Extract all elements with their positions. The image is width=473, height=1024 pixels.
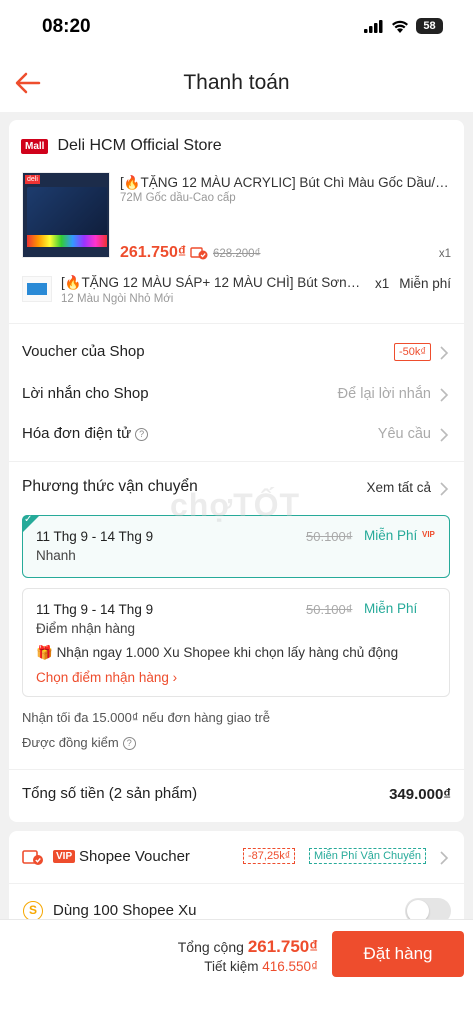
inspection-note: Được đồng kiểm? — [22, 735, 136, 750]
mall-badge: Mall — [21, 138, 49, 154]
shipping-see-all[interactable]: Xem tất cả — [366, 480, 431, 495]
deli-logo: deli — [25, 175, 40, 184]
shop-voucher-label: Voucher của Shop — [22, 343, 145, 360]
discount-ticket-icon — [190, 247, 208, 260]
shop-message-row[interactable]: Lời nhắn cho Shop Để lại lời nhắn — [9, 375, 464, 415]
vip-badge: VIP — [422, 530, 435, 539]
invoice-row[interactable]: Hóa đơn điện tử? Yêu cầu — [9, 415, 464, 455]
order-total-value: 349.000₫ — [389, 786, 451, 803]
product-price: 261.750₫ — [120, 244, 187, 261]
shipping-option-pickup[interactable]: 11 Thg 9 - 14 Thg 9 Điểm nhận hàng 50.10… — [22, 588, 450, 697]
platform-voucher-card: VIP Shopee Voucher -87,25k₫ Miễn Phí Vận… — [9, 831, 464, 931]
voucher-discount-tag: -87,25k₫ — [243, 848, 296, 864]
order-total-label: Tổng số tiền (2 sản phẩm) — [22, 785, 198, 802]
shipping-fee: Miễn Phí — [364, 601, 418, 616]
savings-value: 416.550₫ — [262, 959, 318, 974]
shopee-voucher-label[interactable]: Shopee Voucher — [79, 848, 190, 865]
shipping-old-fee: 50.100₫ — [306, 529, 353, 544]
checkout-bar: Tổng cộng 261.750₫ Tiết kiệm 416.550₫ Đặ… — [0, 919, 473, 1024]
grand-total: Tổng cộng 261.750₫ — [177, 937, 318, 956]
divider — [9, 323, 464, 324]
shipping-date: 11 Thg 9 - 14 Thg 9 — [36, 602, 154, 617]
help-icon[interactable]: ? — [135, 428, 149, 441]
savings: Tiết kiệm 416.550₫ — [204, 959, 318, 974]
product-name[interactable]: [🔥TẶNG 12 MÀU ACRYLIC] Bút Chì Màu Gốc D… — [120, 175, 454, 191]
product-quantity: x1 — [438, 248, 451, 260]
product-variant: 72M Gốc dầu-Cao cấp — [120, 192, 236, 204]
place-order-button[interactable]: Đặt hàng — [332, 931, 464, 977]
product-variant: 12 Màu Ngòi Nhỏ Mới — [61, 293, 174, 305]
watermark: chợTỐT — [170, 487, 301, 523]
shipping-date: 11 Thg 9 - 14 Thg 9 — [36, 529, 154, 544]
shipping-type: Nhanh — [36, 548, 76, 563]
shipping-option-fast[interactable]: ✓ 11 Thg 9 - 14 Thg 9 Nhanh 50.100₫ Miễn… — [22, 514, 450, 578]
chevron-right-icon — [440, 346, 449, 360]
invoice-label: Hóa đơn điện tử? — [22, 425, 149, 442]
divider — [9, 461, 464, 462]
shop-voucher-row[interactable]: Voucher của Shop -50k₫ — [9, 333, 464, 373]
shop-voucher-tag: -50k₫ — [393, 343, 431, 361]
product-quantity: x1 — [375, 276, 390, 291]
shopee-coin-icon: S — [23, 901, 43, 921]
choose-pickup-link[interactable]: Chọn điểm nhận hàng › — [36, 670, 177, 685]
grand-total-value: 261.750₫ — [247, 937, 318, 956]
shop-message-input[interactable]: Để lại lời nhắn — [338, 386, 431, 402]
late-delivery-note: Nhận tối đa 15.000₫ nếu đơn hàng giao tr… — [22, 710, 270, 725]
product-image[interactable]: deli — [22, 172, 110, 258]
chevron-right-icon — [440, 482, 449, 496]
status-icons: 58 — [364, 18, 443, 34]
divider — [9, 769, 464, 770]
chevron-right-icon[interactable] — [439, 851, 449, 865]
divider — [9, 883, 464, 884]
battery-icon: 58 — [416, 18, 443, 34]
product-old-price: 628.200₫ — [213, 248, 261, 260]
invoice-value: Yêu cầu — [377, 426, 431, 442]
chevron-right-icon — [440, 388, 449, 402]
free-shipping-tag: Miễn Phí Vận Chuyển — [309, 848, 427, 864]
status-time: 08:20 — [42, 16, 91, 37]
shipping-fee: Miễn Phí — [364, 528, 418, 543]
chevron-right-icon — [440, 428, 449, 442]
product-image[interactable] — [22, 276, 52, 302]
shop-message-label: Lời nhắn cho Shop — [22, 385, 149, 402]
signal-icon — [364, 19, 383, 33]
app-header: Thanh toán — [0, 54, 473, 112]
help-icon[interactable]: ? — [122, 737, 136, 750]
store-name: Deli HCM Official Store — [57, 137, 222, 154]
pickup-promo: 🎁 Nhận ngay 1.000 Xu Shopee khi chọn lấy… — [36, 645, 399, 660]
product-shipping: Miễn phí — [399, 276, 451, 291]
shopee-coin-label: Dùng 100 Shopee Xu — [53, 902, 197, 919]
voucher-ticket-icon — [22, 850, 43, 865]
shipping-old-fee: 50.100₫ — [306, 602, 353, 617]
shipping-type: Điểm nhận hàng — [36, 621, 136, 636]
wifi-icon — [392, 20, 408, 33]
gift-icon: 🎁 — [36, 645, 57, 660]
chevron-right-icon: › — [168, 670, 178, 685]
page-title: Thanh toán — [183, 71, 290, 94]
status-bar: 08:20 58 — [0, 0, 473, 54]
order-card: Mall Deli HCM Official Store deli [🔥TẶNG… — [9, 120, 464, 822]
vip-badge: VIP — [53, 850, 76, 863]
product-name[interactable]: [🔥TẶNG 12 MÀU SÁP+ 12 MÀU CHÌ] Bút Sơn A… — [61, 275, 361, 291]
store-header[interactable]: Mall Deli HCM Official Store — [21, 137, 222, 155]
